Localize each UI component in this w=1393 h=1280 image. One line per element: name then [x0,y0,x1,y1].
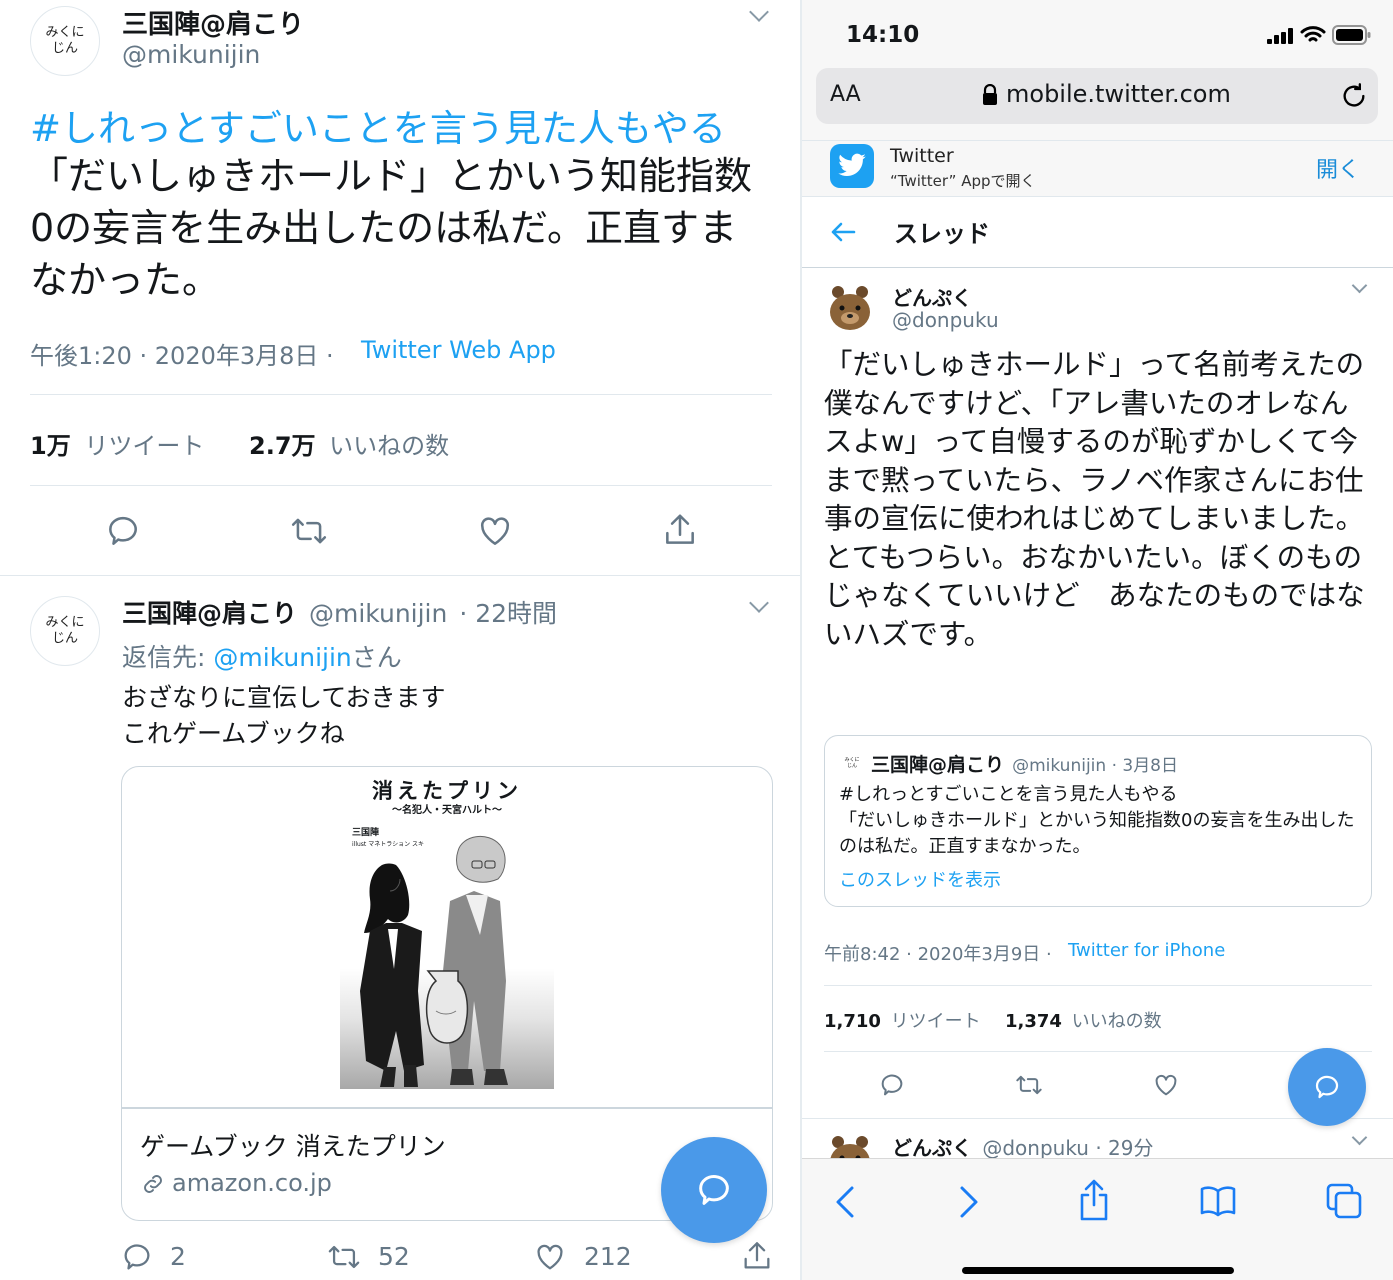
reply-mention-link[interactable]: @mikunijin [213,643,351,672]
open-in-app-button[interactable]: 開く [1316,152,1360,184]
book-cover-image: 消えたプリン ～名犯人・天宮ハルト～ 三国陣 illust マネトラション スキ [340,771,554,1089]
chevron-down-icon[interactable] [749,593,769,613]
desktop-tweet-panel: みくに じん 三国陣@肩こり @mikunijin #しれっとすごいことを言う見… [0,0,800,1280]
mobile-safari-panel: 14:10 AA mobile.twitter.com Twitter “Twi… [802,0,1393,1280]
like-label: いいねの数 [1071,1011,1162,1032]
handle[interactable]: @donpuku [892,308,999,332]
like-count: 1,374 [1005,1011,1062,1032]
tweet-text-line: これゲームブックね [122,719,345,748]
reply-icon[interactable] [104,512,142,550]
card-domain-text: amazon.co.jp [172,1169,332,1197]
handle[interactable]: @mikunijin [122,40,260,69]
reader-text-size-button[interactable]: AA [830,82,861,107]
address-bar[interactable]: AA mobile.twitter.com [816,68,1378,124]
safari-forward-icon[interactable] [958,1185,980,1219]
quoted-tweet[interactable]: みくに じん 三国陣@肩こり @mikunijin · 3月8日 #しれっとすご… [824,735,1372,907]
banner-subtitle: “Twitter” Appで開く [890,172,1036,190]
url-text: mobile.twitter.com [1006,80,1231,108]
home-indicator [962,1267,1234,1274]
signal-icon [1267,28,1295,44]
like-icon[interactable] [476,512,514,550]
hashtag-link[interactable]: #しれっとすごいことを言う見た人もやる [30,98,726,152]
bookmarks-icon[interactable] [1200,1185,1236,1217]
display-name: 三国陣@肩こり [871,754,1005,776]
avatar: みくに じん [839,750,865,776]
display-name[interactable]: どんぷく [892,1136,972,1160]
twitter-bird-icon [830,144,874,188]
tweet-time[interactable]: 午前8:42 · 2020年3月9日 · [824,940,1052,966]
reply-context: 返信先: @mikunijinさん [122,638,402,674]
safari-back-icon[interactable] [834,1185,856,1219]
tabs-icon[interactable] [1326,1183,1362,1219]
retweet-label: リツイート [890,1011,981,1032]
like-icon[interactable] [533,1240,567,1274]
like-icon[interactable] [1152,1071,1180,1099]
tweet-text-line: おざなりに宣伝しておきます [122,683,446,712]
wifi-icon [1300,25,1326,45]
retweet-count: 52 [378,1242,410,1271]
lock-icon [982,84,998,106]
tweet-time[interactable]: · 22時間 [459,599,557,628]
retweet-icon[interactable] [1014,1071,1044,1099]
reply-header: 三国陣@肩こり @mikunijin · 22時間 [122,594,557,630]
safari-toolbar [802,1158,1393,1280]
next-tweet-header: どんぷく @donpuku · 29分 [892,1132,1154,1161]
card-title[interactable]: ゲームブック 消えたプリン [140,1127,446,1163]
chevron-down-icon[interactable] [1351,1129,1368,1146]
like-label: いいねの数 [329,432,450,460]
retweet-stats[interactable]: 1万 リツイート [30,426,204,461]
quote-header: 三国陣@肩こり @mikunijin · 3月8日 [871,750,1178,777]
display-name[interactable]: 三国陣@肩こり [122,599,297,628]
battery-icon [1332,24,1372,46]
like-stats[interactable]: 1,374 いいねの数 [1005,1007,1162,1033]
safari-share-icon[interactable] [1078,1179,1110,1221]
compose-button[interactable] [1288,1048,1366,1126]
like-count: 212 [584,1242,632,1271]
handle[interactable]: @mikunijin [309,599,447,628]
tweet-text: 「だいしゅきホールド」とかいう知能指数0の妄言を生み出したのは私だ。正直すまなか… [30,154,753,302]
handle-time[interactable]: @donpuku · 29分 [982,1136,1153,1160]
compose-icon [1312,1072,1342,1102]
display-name[interactable]: どんぷく [892,282,972,311]
reply-prefix: 返信先: [122,643,206,672]
share-icon[interactable] [661,510,699,550]
like-count: 2.7万 [249,432,316,460]
reply-suffix: さん [351,643,402,672]
tweet-text: 「だいしゅきホールド」って名前考えたの僕なんですけど、「アレ書いたのオレなんスよ… [824,348,1365,651]
reply-count: 2 [170,1242,186,1271]
tweet-time[interactable]: 午後1:20 · 2020年3月8日 · [30,336,334,371]
avatar[interactable]: みくに じん [30,6,100,76]
cover-illustration [360,836,508,1087]
link-icon [140,1171,166,1197]
like-stats[interactable]: 2.7万 いいねの数 [249,426,449,461]
reload-icon[interactable] [1340,82,1368,110]
retweet-icon[interactable] [289,512,329,550]
page-title: スレッド [894,220,990,248]
chevron-down-icon[interactable] [749,2,769,22]
share-icon[interactable] [740,1238,774,1274]
status-time: 14:10 [846,22,920,48]
compose-icon [694,1170,734,1210]
reply-icon[interactable] [878,1071,906,1099]
tweet-source[interactable]: Twitter Web App [361,336,556,364]
back-arrow-icon[interactable] [830,220,856,244]
avatar[interactable]: みくに じん [30,596,100,666]
compose-button[interactable] [661,1137,767,1243]
show-thread-link[interactable]: このスレッドを表示 [839,866,1001,892]
retweet-count: 1,710 [824,1011,881,1032]
quote-text: #しれっとすごいことを言う見た人もやる 「だいしゅきホールド」とかいう知能指数0… [839,784,1355,857]
handle-time: @mikunijin · 3月8日 [1012,756,1179,776]
tweet-source[interactable]: Twitter for iPhone [1068,940,1225,961]
banner-app-name: Twitter [890,145,954,167]
retweet-count: 1万 [30,432,71,460]
display-name[interactable]: 三国陣@肩こり [122,4,304,41]
avatar[interactable] [824,282,876,334]
reply-icon[interactable] [120,1240,154,1274]
chevron-down-icon[interactable] [1351,277,1368,294]
retweet-icon[interactable] [326,1240,362,1274]
retweet-label: リツイート [84,432,205,460]
card-domain[interactable]: amazon.co.jp [140,1169,332,1197]
retweet-stats[interactable]: 1,710 リツイート [824,1007,981,1033]
